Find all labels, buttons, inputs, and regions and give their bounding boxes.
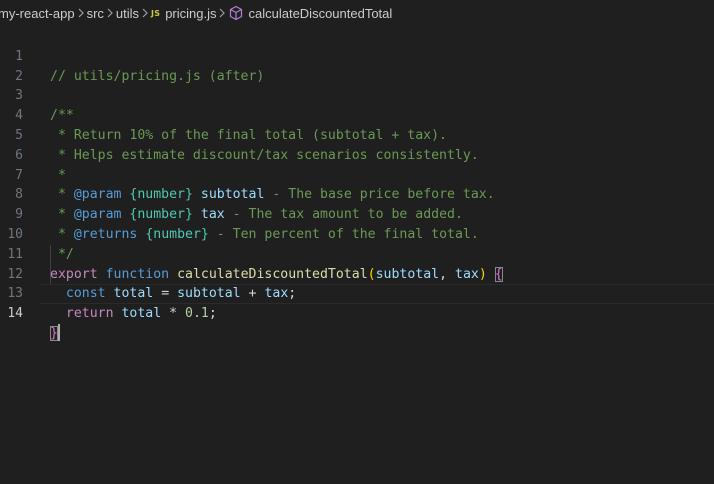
chevron-right-icon <box>216 8 228 18</box>
breadcrumb-file[interactable]: pricing.js <box>165 6 216 21</box>
operator-token: * <box>161 306 186 322</box>
code-line-current[interactable]: 14 } <box>0 284 714 342</box>
code-line[interactable]: 1 // utils/pricing.js (after) <box>0 27 714 84</box>
line-number: 14 <box>7 306 23 322</box>
variable-token: total <box>121 306 162 322</box>
code-line[interactable]: 12 const total = subtotal + tax; <box>0 245 714 302</box>
code-line[interactable]: 8 * @param {number} tax - The tax amount… <box>0 166 714 222</box>
breadcrumb-utils[interactable]: utils <box>116 6 139 21</box>
code-line[interactable]: 13 return total * 0.1; <box>0 265 714 321</box>
chevron-right-icon <box>75 8 87 18</box>
breadcrumb-project[interactable]: my-react-app <box>0 6 75 21</box>
code-line[interactable]: 5 * Helps estimate discount/tax scenario… <box>0 106 714 163</box>
code-line[interactable]: 7 * @param {number} subtotal - The base … <box>0 146 714 203</box>
code-line[interactable]: 11 export function calculateDiscountedTo… <box>0 225 714 282</box>
method-cube-icon <box>228 5 244 21</box>
breadcrumb-src[interactable]: src <box>87 6 104 21</box>
number-token: 0.1 <box>185 306 209 322</box>
punctuation-token: ; <box>208 306 217 322</box>
code-line[interactable]: 6 * <box>0 126 714 183</box>
keyword-token: return <box>65 306 114 322</box>
code-line[interactable]: 9 * @returns {number} - Ten percent of t… <box>0 185 714 242</box>
breadcrumb-symbol[interactable]: calculateDiscountedTotal <box>248 6 392 21</box>
text-cursor <box>57 324 60 342</box>
close-brace-token: } <box>50 325 58 341</box>
chevron-right-icon <box>104 8 116 18</box>
javascript-file-icon: JS <box>151 8 161 18</box>
code-line[interactable]: 10 */ <box>0 205 714 262</box>
code-line[interactable]: 3 /** <box>0 67 714 123</box>
code-line[interactable]: 4 * Return 10% of the final total (subto… <box>0 86 714 143</box>
chevron-right-icon <box>139 8 151 18</box>
code-editor[interactable]: 1 // utils/pricing.js (after) 2 3 /** 4 … <box>0 27 714 342</box>
breadcrumb: my-react-app src utils JS pricing.js cal… <box>0 0 714 26</box>
code-line[interactable]: 2 <box>0 47 714 84</box>
